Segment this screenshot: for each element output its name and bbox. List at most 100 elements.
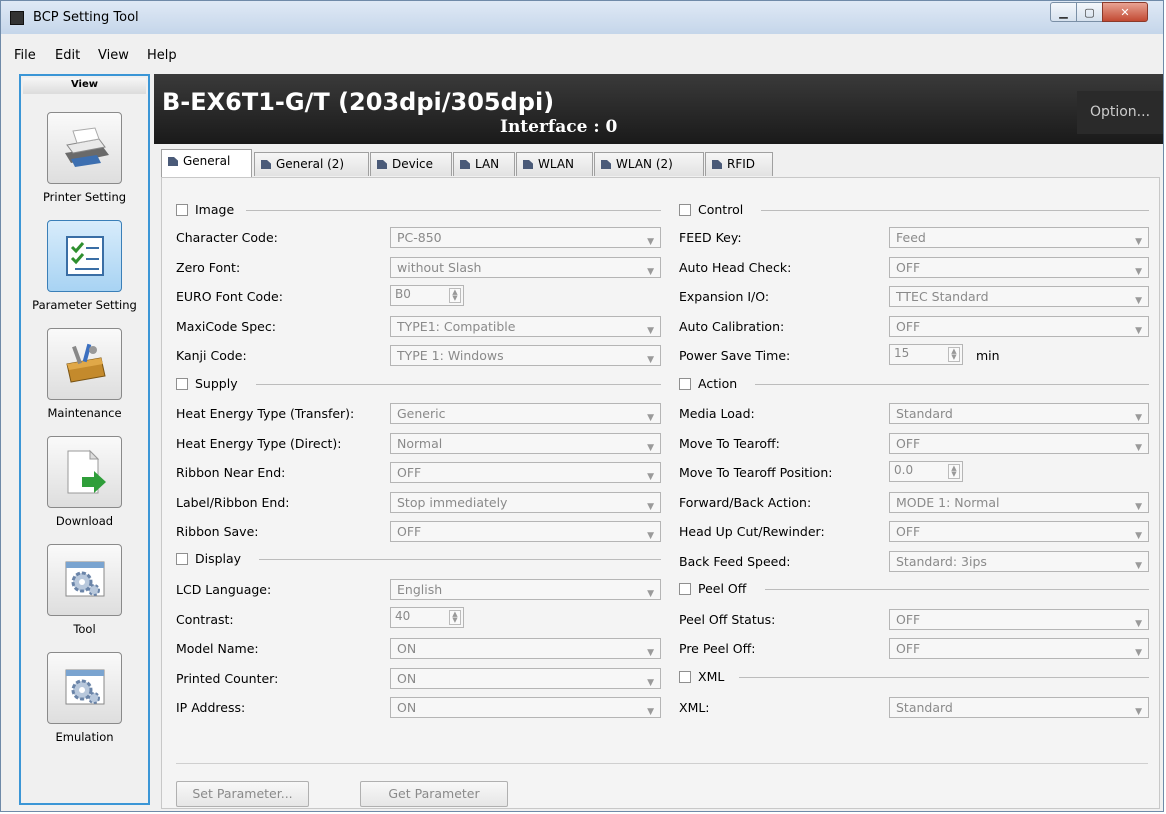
- label-ribbon-end-select[interactable]: Stop immediately ▼: [390, 492, 661, 513]
- chevron-down-icon: ▼: [647, 413, 654, 423]
- tab-icon: [712, 160, 722, 169]
- heat-direct-select[interactable]: Normal ▼: [390, 433, 661, 454]
- option-button[interactable]: Option...: [1077, 91, 1163, 134]
- forward-back-action-label: Forward/Back Action:: [679, 495, 812, 510]
- head-up-cut-select[interactable]: OFF ▼: [889, 521, 1149, 542]
- group-divider: [755, 384, 1149, 385]
- maxicode-spec-select[interactable]: TYPE1: Compatible ▼: [390, 316, 661, 337]
- menu-help[interactable]: Help: [147, 48, 177, 63]
- menu-bar: File Edit View Help: [1, 45, 1163, 67]
- menu-view[interactable]: View: [98, 48, 129, 63]
- maximize-button[interactable]: ▢: [1076, 2, 1103, 22]
- ribbon-save-select[interactable]: OFF ▼: [390, 521, 661, 542]
- emulation-button[interactable]: [47, 652, 122, 724]
- tab-label: LAN: [475, 157, 500, 171]
- move-to-tearoff-select[interactable]: OFF ▼: [889, 433, 1149, 454]
- parameter-setting-button[interactable]: [47, 220, 122, 292]
- maintenance-button[interactable]: [47, 328, 122, 400]
- kanji-code-select[interactable]: TYPE 1: Windows ▼: [390, 345, 661, 366]
- move-to-tearoff-position-spinner[interactable]: 0.0 ▲ ▼: [889, 461, 963, 482]
- group-title: Peel Off: [698, 581, 747, 596]
- supply-checkbox[interactable]: [176, 378, 188, 390]
- lcd-language-select[interactable]: English ▼: [390, 579, 661, 600]
- chevron-down-icon: ▼: [647, 502, 654, 512]
- ip-address-label: IP Address:: [176, 700, 246, 715]
- contrast-spinner[interactable]: 40 ▲ ▼: [390, 607, 464, 628]
- heat-transfer-select[interactable]: Generic ▼: [390, 403, 661, 424]
- group-title: Display: [195, 551, 242, 566]
- peel-off-checkbox[interactable]: [679, 583, 691, 595]
- get-parameter-button[interactable]: Get Parameter: [360, 781, 508, 807]
- image-checkbox[interactable]: [176, 204, 188, 216]
- euro-font-code-spinner[interactable]: B0 ▲ ▼: [390, 285, 464, 306]
- auto-calibration-select[interactable]: OFF ▼: [889, 316, 1149, 337]
- tab-lan[interactable]: LAN: [453, 152, 515, 176]
- display-checkbox[interactable]: [176, 553, 188, 565]
- peel-off-status-select[interactable]: OFF ▼: [889, 609, 1149, 630]
- zero-font-select[interactable]: without Slash ▼: [390, 257, 661, 278]
- minimize-button[interactable]: ▁: [1050, 2, 1077, 22]
- model-name-select[interactable]: ON ▼: [390, 638, 661, 659]
- gear-icon: [65, 669, 104, 705]
- tool-button[interactable]: [47, 544, 122, 616]
- general-tab-content: Image Character Code: PC-850 ▼ Zero Font:…: [161, 177, 1160, 809]
- back-feed-speed-select[interactable]: Standard: 3ips ▼: [889, 551, 1149, 572]
- tab-device[interactable]: Device: [370, 152, 452, 176]
- tab-general[interactable]: General: [161, 149, 252, 177]
- control-checkbox[interactable]: [679, 204, 691, 216]
- spinner-arrows-icon[interactable]: ▲ ▼: [948, 464, 960, 479]
- chevron-down-icon: ▼: [647, 678, 654, 688]
- chevron-down-icon: ▼: [647, 648, 654, 658]
- tab-icon: [460, 160, 470, 169]
- select-value: MODE 1: Normal: [896, 495, 1000, 510]
- tab-rfid[interactable]: RFID: [705, 152, 773, 176]
- power-save-time-spinner[interactable]: 15 ▲ ▼: [889, 344, 963, 365]
- ribbon-near-end-select[interactable]: OFF ▼: [390, 462, 661, 483]
- tab-general-2[interactable]: General (2): [254, 152, 369, 176]
- auto-head-check-select[interactable]: OFF ▼: [889, 257, 1149, 278]
- pre-peel-off-select[interactable]: OFF ▼: [889, 638, 1149, 659]
- media-load-select[interactable]: Standard ▼: [889, 403, 1149, 424]
- download-button[interactable]: [47, 436, 122, 508]
- character-code-select[interactable]: PC-850 ▼: [390, 227, 661, 248]
- group-action: Action: [679, 375, 1149, 393]
- spinner-value: 0.0: [894, 463, 914, 477]
- close-button[interactable]: ✕: [1102, 2, 1148, 22]
- action-checkbox[interactable]: [679, 378, 691, 390]
- forward-back-action-select[interactable]: MODE 1: Normal ▼: [889, 492, 1149, 513]
- select-value: OFF: [896, 612, 921, 627]
- ip-address-select[interactable]: ON ▼: [390, 697, 661, 718]
- spinner-arrows-icon[interactable]: ▲ ▼: [948, 347, 960, 362]
- select-value: Standard: [896, 406, 953, 421]
- group-title: Image: [195, 202, 235, 217]
- chevron-down-icon: ▼: [647, 589, 654, 599]
- printer-setting-button[interactable]: [47, 112, 122, 184]
- tab-label: Device: [392, 157, 434, 171]
- sidebar-label-tool: Tool: [73, 622, 96, 636]
- interface-label: Interface : 0: [500, 117, 618, 137]
- chevron-down-icon: ▼: [1135, 443, 1142, 453]
- back-feed-speed-label: Back Feed Speed:: [679, 554, 791, 569]
- select-value: OFF: [397, 524, 422, 539]
- group-image: Image: [176, 201, 661, 219]
- xml-checkbox[interactable]: [679, 671, 691, 683]
- xml-select[interactable]: Standard ▼: [889, 697, 1149, 718]
- spinner-arrows-icon[interactable]: ▲ ▼: [449, 610, 461, 625]
- sidebar-header: View: [23, 78, 146, 94]
- view-sidebar: View Printer Setting Parameter Setting M…: [19, 74, 150, 805]
- printed-counter-select[interactable]: ON ▼: [390, 668, 661, 689]
- tab-wlan-2[interactable]: WLAN (2): [594, 152, 704, 176]
- menu-file[interactable]: File: [14, 48, 36, 63]
- expansion-io-select[interactable]: TTEC Standard ▼: [889, 286, 1149, 307]
- feed-key-select[interactable]: Feed ▼: [889, 227, 1149, 248]
- group-control: Control: [679, 201, 1149, 219]
- set-parameter-button[interactable]: Set Parameter...: [176, 781, 309, 807]
- group-display: Display: [176, 550, 661, 568]
- tab-wlan[interactable]: WLAN: [516, 152, 593, 176]
- spinner-arrows-icon[interactable]: ▲ ▼: [449, 288, 461, 303]
- select-value: OFF: [896, 524, 921, 539]
- pre-peel-off-label: Pre Peel Off:: [679, 641, 756, 656]
- window-title: BCP Setting Tool: [33, 10, 139, 25]
- menu-edit[interactable]: Edit: [55, 48, 80, 63]
- minimize-icon: ▁: [1059, 5, 1068, 19]
